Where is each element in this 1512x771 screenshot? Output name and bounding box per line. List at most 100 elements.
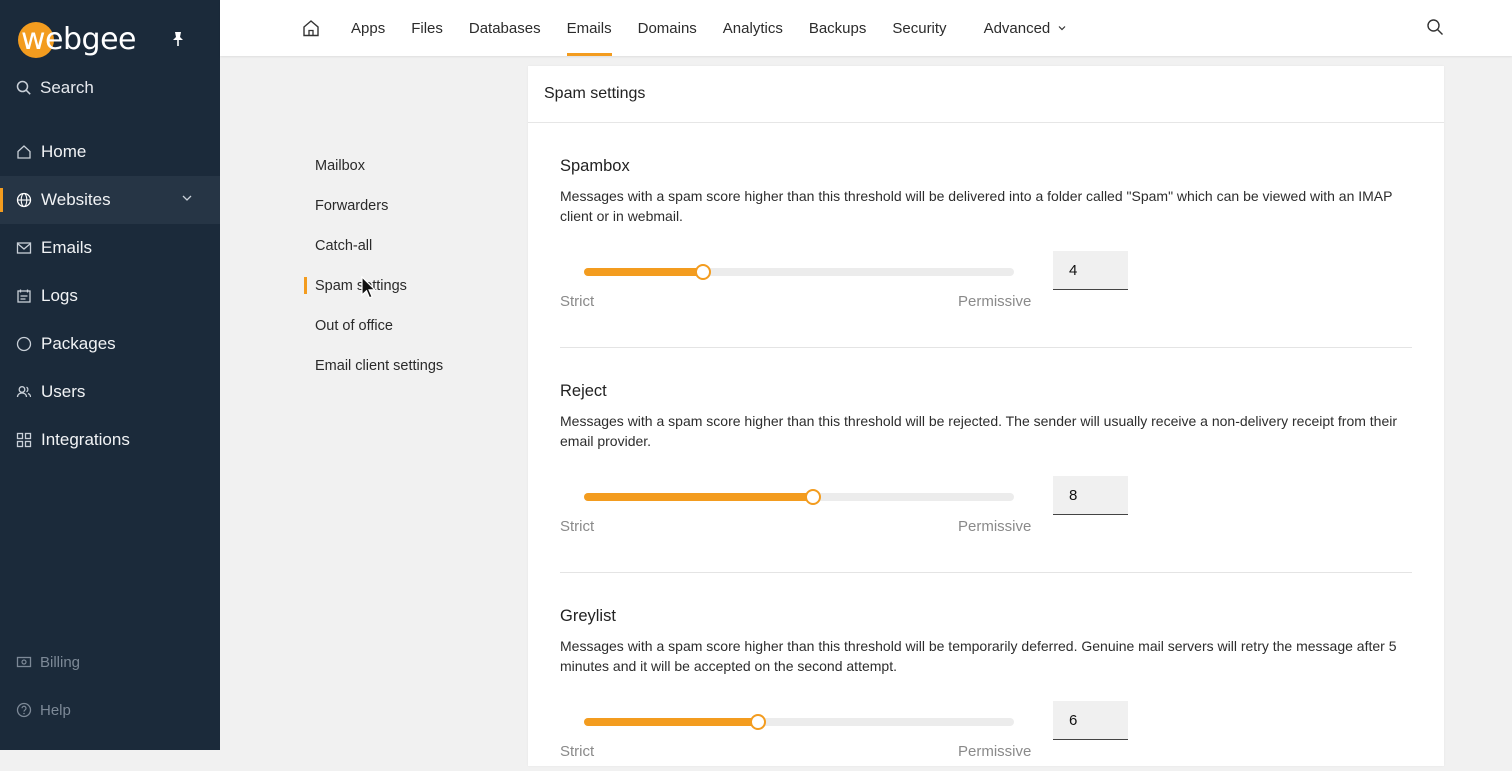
section-description: Messages with a spam score higher than t… — [560, 413, 1398, 449]
slider-thumb[interactable] — [694, 264, 711, 280]
slider-thumb[interactable] — [749, 714, 766, 730]
section-divider — [560, 347, 1412, 348]
subnav-mailbox[interactable]: Mailbox — [304, 146, 504, 186]
tab-label: Databases — [468, 19, 541, 37]
sidebar-item-label: Emails — [41, 238, 93, 257]
sidebar-item-integrations[interactable]: Integrations — [0, 416, 220, 464]
greylist-slider[interactable] — [584, 714, 1014, 730]
top-navbar: Apps Files Databases Emails Domains Anal… — [220, 0, 1512, 56]
sidebar-item-label: Packages — [41, 334, 116, 353]
sidebar-item-websites[interactable]: Websites — [0, 176, 220, 224]
webgee-logo[interactable]: webgee — [18, 20, 158, 60]
subnav-spam-settings[interactable]: Spam settings — [304, 266, 504, 306]
sidebar-item-help[interactable]: Help — [0, 686, 220, 734]
logo-text: webgee — [21, 22, 137, 57]
subnav-catch-all[interactable]: Catch-all — [304, 226, 504, 266]
section-title: Reject — [560, 382, 607, 400]
sidebar-item-label: Help — [40, 701, 71, 719]
tab-databases[interactable]: Databases — [456, 0, 554, 56]
tab-emails[interactable]: Emails — [554, 0, 625, 56]
subnav-label: Forwarders — [315, 198, 389, 214]
slider-min-label: Strict — [560, 293, 595, 310]
mail-icon — [16, 240, 32, 256]
subnav-out-of-office[interactable]: Out of office — [304, 306, 504, 346]
slider-min-label: Strict — [560, 743, 595, 760]
search-icon — [16, 80, 32, 96]
reject-slider[interactable] — [584, 489, 1014, 505]
slider-fill — [584, 718, 758, 726]
greylist-threshold-input[interactable]: 6 — [1053, 701, 1128, 740]
tab-domains[interactable]: Domains — [625, 0, 710, 56]
sidebar-item-packages[interactable]: Packages — [0, 320, 220, 368]
sidebar-item-emails[interactable]: Emails — [0, 224, 220, 272]
spambox-slider[interactable] — [584, 264, 1014, 280]
sidebar-item-logs[interactable]: Logs — [0, 272, 220, 320]
tab-analytics[interactable]: Analytics — [710, 0, 796, 56]
section-description: Messages with a spam score higher than t… — [560, 638, 1397, 674]
sidebar-bottom-nav: Billing Help — [0, 638, 220, 734]
subnav-label: Out of office — [315, 318, 393, 334]
tab-label: Files — [411, 19, 443, 37]
tab-label: Advanced — [983, 19, 1051, 37]
tab-backups[interactable]: Backups — [796, 0, 880, 56]
home-tab-icon[interactable] — [302, 19, 320, 37]
search-icon[interactable] — [1426, 18, 1444, 36]
subnav-forwarders[interactable]: Forwarders — [304, 186, 504, 226]
tab-label: Security — [892, 19, 947, 37]
help-icon — [16, 702, 32, 718]
tab-security[interactable]: Security — [879, 0, 959, 56]
slider-max-label: Permissive — [958, 743, 1032, 760]
sidebar-item-label: Logs — [41, 286, 78, 305]
integrations-icon — [16, 432, 32, 448]
spambox-threshold-input[interactable]: 4 — [1053, 251, 1128, 290]
slider-min-label: Strict — [560, 518, 595, 535]
slider-thumb[interactable] — [804, 489, 821, 505]
sidebar-search-label: Search — [40, 78, 94, 97]
billing-icon — [16, 655, 32, 669]
home-icon — [16, 144, 32, 160]
section-divider — [560, 572, 1412, 573]
spam-settings-panel: Spam settings Spambox Messages with a sp… — [528, 66, 1444, 766]
reject-slider-row: Strict Permissive 8 — [560, 476, 1160, 546]
sidebar-item-label: Home — [41, 142, 87, 161]
sidebar: webgee Search Home Websites Emails Logs — [0, 0, 220, 750]
tab-advanced[interactable]: Advanced — [971, 0, 1080, 56]
subnav-email-client-settings[interactable]: Email client settings — [304, 346, 504, 386]
section-title: Greylist — [560, 607, 616, 625]
panel-title: Spam settings — [528, 66, 1444, 123]
globe-icon — [16, 192, 32, 208]
tab-label: Domains — [637, 19, 697, 37]
chevron-down-icon — [1058, 25, 1066, 31]
sidebar-nav: Home Websites Emails Logs Packages Users… — [0, 128, 220, 464]
spambox-slider-row: Strict Permissive 4 — [560, 251, 1160, 321]
top-tabs: Apps Files Databases Emails Domains Anal… — [338, 0, 1079, 56]
logs-icon — [16, 288, 32, 304]
chevron-down-icon[interactable] — [182, 194, 192, 202]
pin-icon[interactable] — [170, 30, 186, 48]
reject-threshold-input[interactable]: 8 — [1053, 476, 1128, 515]
sidebar-item-label: Users — [41, 382, 86, 401]
packages-icon — [16, 336, 32, 352]
sidebar-item-home[interactable]: Home — [0, 128, 220, 176]
subnav-label: Catch-all — [315, 238, 373, 254]
sidebar-item-label: Websites — [41, 190, 111, 209]
section-description: Messages with a spam score higher than t… — [560, 188, 1393, 224]
slider-max-label: Permissive — [958, 518, 1032, 535]
greylist-section: Greylist Messages with a spam score high… — [560, 604, 1412, 676]
tab-label: Backups — [808, 19, 867, 37]
subnav-label: Mailbox — [315, 158, 365, 174]
slider-fill — [584, 493, 813, 501]
sidebar-item-label: Billing — [40, 653, 81, 671]
subnav-label: Email client settings — [315, 358, 444, 374]
section-title: Spambox — [560, 157, 630, 175]
sidebar-item-label: Integrations — [41, 430, 130, 449]
slider-fill — [584, 268, 703, 276]
tab-files[interactable]: Files — [398, 0, 456, 56]
reject-section: Reject Messages with a spam score higher… — [560, 379, 1412, 451]
tab-apps[interactable]: Apps — [338, 0, 398, 56]
spambox-section: Spambox Messages with a spam score highe… — [560, 154, 1412, 226]
sidebar-item-users[interactable]: Users — [0, 368, 220, 416]
sidebar-search[interactable]: Search — [16, 76, 94, 100]
tab-label: Emails — [566, 19, 612, 37]
sidebar-item-billing[interactable]: Billing — [0, 638, 220, 686]
